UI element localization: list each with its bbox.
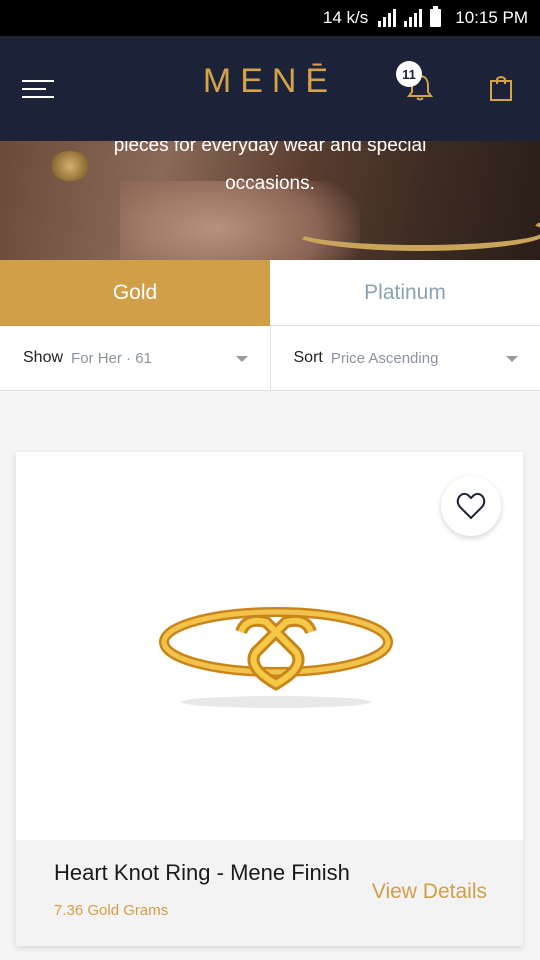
filter-bar: Show For Her · 61 Sort Price Ascending <box>0 326 540 391</box>
metal-tabs: Gold Platinum <box>0 260 540 326</box>
top-navigation: MENĒ 11 <box>0 36 540 141</box>
tab-platinum[interactable]: Platinum <box>270 260 540 326</box>
show-label: Show <box>23 349 64 366</box>
product-name[interactable]: Heart Knot Ring - Mene Finish <box>54 860 358 886</box>
clock: 10:15 PM <box>455 8 528 27</box>
shopping-bag-icon[interactable] <box>488 74 514 102</box>
notification-badge: 11 <box>396 61 422 87</box>
network-speed: 14 k/s <box>322 8 369 27</box>
product-weight: 7.36 Gold Grams <box>54 902 169 919</box>
show-filter-dropdown[interactable]: Show For Her · 61 <box>0 326 270 390</box>
tab-gold[interactable]: Gold <box>0 260 270 326</box>
hero-text-line: occasions. <box>225 173 315 194</box>
product-info: Heart Knot Ring - Mene Finish 7.36 Gold … <box>16 840 523 946</box>
favorite-button[interactable] <box>441 476 501 536</box>
battery-icon <box>430 6 442 27</box>
bracelet-image <box>290 211 540 251</box>
hero-text-line: pieces for everyday wear and special <box>113 141 427 156</box>
sort-value: Price Ascending <box>330 349 439 367</box>
show-value: For Her · 61 <box>71 349 152 367</box>
product-image[interactable] <box>146 592 406 712</box>
signal-icon <box>378 9 397 27</box>
sort-label: Sort <box>293 349 323 366</box>
hero-banner: pieces for everyday wear and special occ… <box>0 141 540 260</box>
view-details-link[interactable]: View Details <box>372 880 487 904</box>
brand-logo[interactable]: MENĒ <box>0 62 540 101</box>
hero-text: pieces for everyday wear and special occ… <box>0 141 540 203</box>
status-bar: 14 k/s 10:15 PM <box>0 0 540 36</box>
heart-icon <box>456 492 486 520</box>
product-card[interactable]: Heart Knot Ring - Mene Finish 7.36 Gold … <box>16 452 523 946</box>
signal-icon <box>404 9 423 27</box>
chevron-down-icon <box>506 356 518 362</box>
sort-dropdown[interactable]: Sort Price Ascending <box>269 326 540 390</box>
chevron-down-icon <box>235 356 248 362</box>
